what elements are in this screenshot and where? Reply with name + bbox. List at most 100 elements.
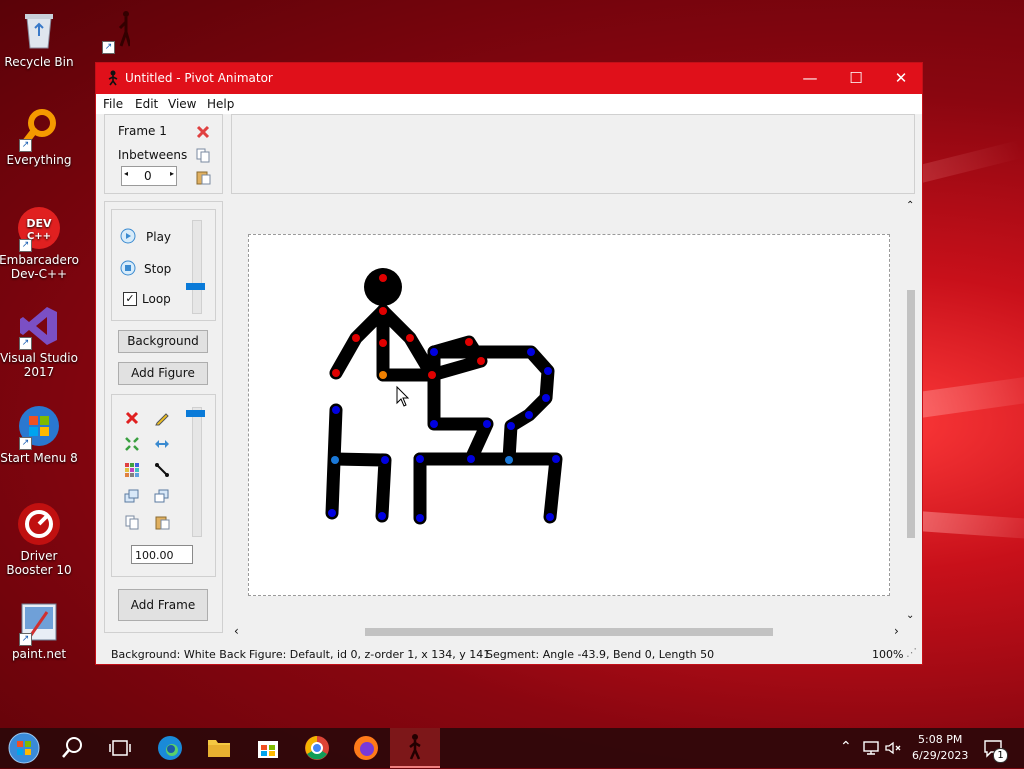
joint-handle[interactable] [430,348,438,356]
desktop-icon-recycle-bin[interactable]: Recycle Bin [0,8,80,69]
taskbar-file-explorer[interactable] [199,732,239,764]
scroll-up-icon[interactable]: ⌃ [906,200,914,211]
add-figure-button[interactable]: Add Figure [118,362,208,385]
maximize-button[interactable]: ☐ [833,63,879,94]
scroll-right-icon[interactable]: › [894,624,899,638]
joint-handle[interactable] [352,334,360,342]
join-figure-icon[interactable] [154,462,170,478]
stickman-head[interactable] [364,268,402,306]
animation-canvas[interactable] [248,234,890,596]
resize-grip-icon[interactable]: ⋰ [906,646,917,659]
speed-slider-track[interactable] [192,220,202,314]
copy-figure-icon[interactable] [124,514,140,530]
start-button[interactable] [4,732,44,764]
edit-figure-icon[interactable] [154,410,170,426]
size-slider-thumb[interactable] [186,410,205,417]
joint-handle[interactable] [525,411,533,419]
menu-edit[interactable]: Edit [135,97,158,111]
joint-handle[interactable] [483,420,491,428]
joint-handle[interactable] [467,455,475,463]
joint-handle[interactable] [378,512,386,520]
vertical-scrollbar[interactable]: ⌃ ⌄ [903,200,919,628]
joint-handle[interactable] [544,367,552,375]
play-button[interactable]: Play [146,230,171,244]
horizontal-scrollbar[interactable]: ‹ › [230,624,908,640]
joint-handle[interactable] [332,406,340,414]
color-figure-icon[interactable] [124,462,140,478]
clock-time[interactable]: 5:08 PM [918,733,962,746]
desktop-icon-paint-net[interactable]: ↗ paint.net [0,600,80,661]
joint-handle[interactable] [465,338,473,346]
stickfigure-scene[interactable] [249,235,889,595]
desktop-icon-pivot[interactable]: ↗ [78,8,138,55]
joint-handle[interactable] [552,455,560,463]
spin-left-icon[interactable]: ◂ [124,169,128,178]
speed-slider-thumb[interactable] [186,283,205,290]
title-bar[interactable]: Untitled - Pivot Animator — ☐ ✕ [96,63,922,94]
stop-button[interactable]: Stop [144,262,171,276]
inbetweens-spinner[interactable]: ◂ 0 ▸ [121,166,177,186]
joint-handle[interactable] [505,456,513,464]
minimize-button[interactable]: — [787,63,833,94]
joint-handle[interactable] [379,274,387,282]
timeline-frames-panel[interactable] [231,114,915,194]
taskbar-edge[interactable] [150,732,190,764]
joint-handle[interactable] [406,334,414,342]
play-icon[interactable] [120,228,136,244]
joint-handle[interactable] [416,514,424,522]
taskbar-firefox[interactable] [346,732,386,764]
joint-origin-handle[interactable] [379,371,387,379]
tray-chevron-icon[interactable]: ⌃ [840,739,852,755]
network-icon[interactable] [862,740,880,756]
background-button[interactable]: Background [118,330,208,353]
size-slider-track[interactable] [192,407,202,537]
spin-right-icon[interactable]: ▸ [170,169,174,178]
loop-checkbox[interactable]: ✓ [123,292,137,306]
joint-handle[interactable] [527,348,535,356]
volume-muted-icon[interactable] [884,740,904,756]
clock-date[interactable]: 6/29/2023 [912,749,968,762]
menu-help[interactable]: Help [207,97,234,111]
add-frame-button[interactable]: Add Frame [118,589,208,621]
desktop-icon-visual-studio[interactable]: ↗ Visual Studio 2017 [0,304,80,379]
stop-icon[interactable] [120,260,136,276]
taskbar-pivot-animator[interactable] [390,728,440,768]
scroll-left-icon[interactable]: ‹ [234,624,239,638]
menu-file[interactable]: File [103,97,123,111]
close-button[interactable]: ✕ [878,63,924,94]
taskbar-chrome[interactable] [297,732,337,764]
joint-handle[interactable] [331,456,339,464]
joint-handle[interactable] [428,371,436,379]
joint-handle[interactable] [477,357,485,365]
joint-handle[interactable] [546,513,554,521]
joint-handle[interactable] [379,339,387,347]
menu-view[interactable]: View [168,97,196,111]
joint-handle[interactable] [328,509,336,517]
desktop-icon-driver-booster[interactable]: Driver Booster 10 [0,502,80,577]
scroll-down-icon[interactable]: ⌄ [906,610,914,621]
joint-handle[interactable] [332,369,340,377]
horizontal-scroll-thumb[interactable] [365,628,773,636]
task-view-button[interactable] [100,732,140,764]
send-back-icon[interactable] [154,488,170,504]
joint-handle[interactable] [379,307,387,315]
joint-handle[interactable] [542,394,550,402]
delete-frame-icon[interactable] [195,124,211,140]
taskbar-store[interactable] [248,732,288,764]
desktop-icon-everything[interactable]: ↗ Everything [0,106,80,167]
flip-figure-icon[interactable] [154,436,170,452]
joint-handle[interactable] [430,420,438,428]
desktop-icon-start-menu-8[interactable]: ↗ Start Menu 8 [0,404,80,465]
joint-handle[interactable] [507,422,515,430]
paste-frame-icon[interactable] [195,169,211,185]
desktop-icon-dev-cpp[interactable]: DEV C++ ↗ Embarcadero Dev-C++ [0,206,80,281]
joint-handle[interactable] [416,455,424,463]
scale-input[interactable]: 100.00 [131,545,193,564]
copy-frame-icon[interactable] [195,147,211,163]
center-figure-icon[interactable] [124,436,140,452]
vertical-scroll-thumb[interactable] [907,290,915,538]
joint-handle[interactable] [381,456,389,464]
bring-front-icon[interactable] [124,488,140,504]
search-button[interactable] [52,732,92,764]
paste-figure-icon[interactable] [154,514,170,530]
